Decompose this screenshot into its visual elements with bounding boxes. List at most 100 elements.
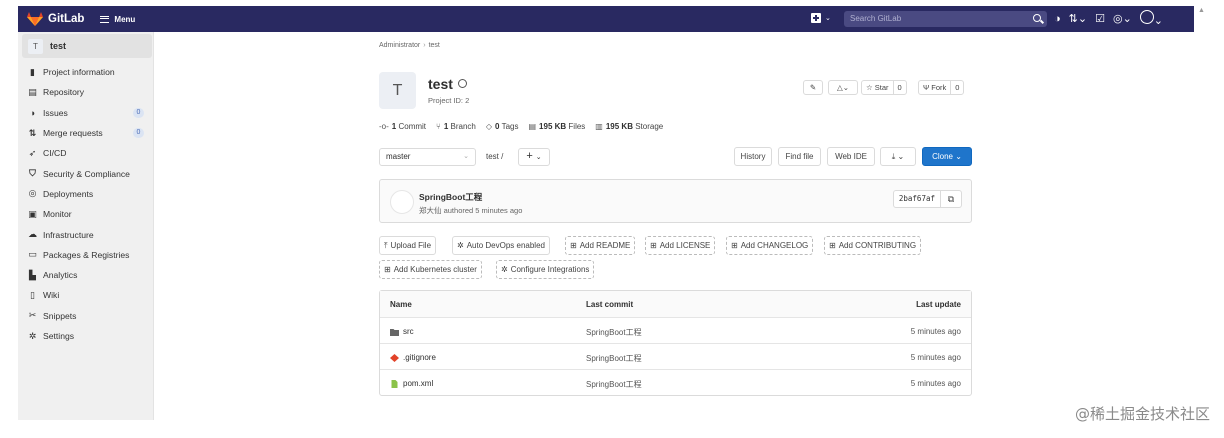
gitlab-logo[interactable]: GitLab <box>27 12 84 26</box>
sidebar-item-security[interactable]: ⛉ Security & Compliance <box>18 163 154 183</box>
tags-count: 0 <box>495 122 500 131</box>
issues-top-icon[interactable]: ◑ <box>1054 13 1061 25</box>
commit-author[interactable]: 郑大仙 <box>419 206 442 215</box>
search-input[interactable]: Search GitLab <box>844 11 1047 27</box>
info-icon: ▮ <box>30 66 35 77</box>
upload-file-label: Upload File <box>390 241 432 250</box>
find-file-button[interactable]: Find file <box>778 147 821 166</box>
file-name-cell[interactable]: .gitignore <box>390 353 436 362</box>
star-count[interactable]: 0 <box>892 81 906 94</box>
sidebar-item-cicd[interactable]: ➶ CI/CD <box>18 143 154 163</box>
upload-file-button[interactable]: ⤒ Upload File <box>379 236 437 255</box>
commit-title[interactable]: SpringBoot工程 <box>419 191 482 203</box>
settings-wrench-button[interactable]: ✎ <box>803 80 823 95</box>
main-content: Administrator › test T test Project ID: 2 … <box>154 32 1194 420</box>
last-commit-panel: SpringBoot工程 郑大仙 authored 5 minutes ago … <box>379 179 972 223</box>
auto-devops-button[interactable]: ✲ Auto DevOps enabled <box>452 236 550 255</box>
add-kubernetes-button[interactable]: ⊞ Add Kubernetes cluster <box>379 260 482 279</box>
scrollbar-up-icon[interactable]: ▲ <box>1198 7 1205 14</box>
configure-integrations-button[interactable]: ✲ Configure Integrations <box>496 260 595 279</box>
table-row[interactable]: .gitignore SpringBoot工程 5 minutes ago <box>380 343 971 369</box>
sidebar-item-project-information[interactable]: ▮ Project information <box>18 62 154 82</box>
add-license-button[interactable]: ⊞ Add LICENSE <box>645 236 716 255</box>
new-dropdown-button[interactable]: ⌄ <box>811 13 831 23</box>
download-dropdown-button[interactable]: ⤓ ⌄ <box>880 147 916 166</box>
breadcrumb-separator: › <box>423 42 426 49</box>
bell-icon: △⌄ <box>836 83 850 92</box>
branches-label: Branch <box>450 122 476 131</box>
fork-icon: Ψ <box>923 83 930 92</box>
help-icon[interactable]: ◎⌄ <box>1113 12 1132 25</box>
plus-square-icon: ⊞ <box>570 241 577 250</box>
branches-stat[interactable]: ⑂ 1 Branch <box>436 122 476 131</box>
file-last-commit[interactable]: SpringBoot工程 <box>586 379 642 390</box>
upload-icon: ⤒ <box>384 240 388 250</box>
add-contributing-button[interactable]: ⊞ Add CONTRIBUTING <box>824 236 922 255</box>
star-button[interactable]: ☆ Star 0 <box>861 80 907 95</box>
tags-label: Tags <box>501 122 519 131</box>
fork-button[interactable]: Ψ Fork 0 <box>918 80 965 95</box>
plus-square-icon: ⊞ <box>829 241 836 250</box>
project-avatar-large: T <box>379 72 416 109</box>
add-changelog-button[interactable]: ⊞ Add CHANGELOG <box>726 236 814 255</box>
book-icon: ▯ <box>30 289 35 300</box>
sidebar-item-wiki[interactable]: ▯ Wiki <box>18 285 154 305</box>
add-readme-button[interactable]: ⊞ Add README <box>565 236 636 255</box>
branch-selector[interactable]: master ⌄ <box>379 148 476 166</box>
folder-icon <box>390 328 399 336</box>
shield-icon: ⛉ <box>29 168 36 179</box>
breadcrumb-current[interactable]: test <box>429 42 440 49</box>
commit-meta: 郑大仙 authored 5 minutes ago <box>419 205 522 216</box>
clone-button[interactable]: Clone ⌄ <box>922 147 972 166</box>
todo-icon[interactable]: ☑ <box>1095 12 1105 25</box>
file-last-commit[interactable]: SpringBoot工程 <box>586 327 642 338</box>
add-kubernetes-label: Add Kubernetes cluster <box>393 265 477 274</box>
sidebar-item-issues[interactable]: ◑ Issues 0 <box>18 103 154 123</box>
monitor-icon: ▣ <box>28 208 37 219</box>
sidebar-item-monitor[interactable]: ▣ Monitor <box>18 204 154 224</box>
sidebar-item-merge-requests[interactable]: ⇅ Merge requests 0 <box>18 123 154 143</box>
sidebar-project-name: test <box>50 41 67 51</box>
menu-button[interactable]: Menu <box>100 15 135 24</box>
web-ide-button[interactable]: Web IDE <box>827 147 875 166</box>
file-last-commit[interactable]: SpringBoot工程 <box>586 353 642 364</box>
commits-stat[interactable]: -o- 1 Commit <box>379 122 426 131</box>
repo-path-root[interactable]: test <box>486 152 499 161</box>
tags-stat[interactable]: ◇ 0 Tags <box>486 122 519 131</box>
document-icon: ▤ <box>28 86 37 97</box>
issues-count-badge: 0 <box>133 107 144 118</box>
user-menu[interactable]: ⌄ <box>1139 10 1163 27</box>
breadcrumb-parent[interactable]: Administrator <box>379 42 420 49</box>
avatar[interactable] <box>390 190 414 214</box>
chevron-down-icon: ⌄ <box>955 152 962 161</box>
table-row[interactable]: src SpringBoot工程 5 minutes ago <box>380 317 971 343</box>
fork-count[interactable]: 0 <box>950 81 963 94</box>
configure-integrations-label: Configure Integrations <box>510 265 590 274</box>
sidebar-item-packages[interactable]: ▭ Packages & Registries <box>18 245 154 265</box>
history-button[interactable]: History <box>734 147 772 166</box>
merge-requests-top-icon[interactable]: ⇅⌄ <box>1069 12 1087 25</box>
sidebar-project-header[interactable]: T test <box>22 34 152 58</box>
table-header: Name Last commit Last update <box>380 291 971 317</box>
watermark: @稀土掘金技术社区 <box>1074 405 1210 423</box>
storage-stat: ▥ 195 KB Storage <box>595 122 663 131</box>
file-name-cell[interactable]: pom.xml <box>390 379 433 388</box>
sidebar-item-deployments[interactable]: ◎ Deployments <box>18 184 154 204</box>
project-avatar: T <box>28 38 43 54</box>
sidebar-item-analytics[interactable]: ▙ Analytics <box>18 265 154 285</box>
add-to-tree-dropdown[interactable]: + ⌄ <box>518 148 550 166</box>
sidebar-item-settings[interactable]: ✲ Settings <box>18 326 154 346</box>
table-row[interactable]: pom.xml SpringBoot工程 5 minutes ago <box>380 369 971 395</box>
commit-sha-link[interactable]: 2baf67af <box>892 190 941 208</box>
files-stat[interactable]: ▤ 195 KB Files <box>528 122 585 131</box>
file-name-cell[interactable]: src <box>390 327 414 336</box>
copy-sha-button[interactable]: ⧉ <box>941 190 962 208</box>
page-title: test <box>428 76 467 92</box>
star-icon: ☆ <box>866 83 873 92</box>
sidebar-item-snippets[interactable]: ✂ Snippets <box>18 306 154 326</box>
package-icon: ▭ <box>28 249 37 260</box>
sidebar-item-infrastructure[interactable]: ☁ Infrastructure <box>18 224 154 244</box>
notification-button[interactable]: △⌄ <box>828 80 858 95</box>
sidebar-item-repository[interactable]: ▤ Repository <box>18 82 154 102</box>
project-stats: -o- 1 Commit ⑂ 1 Branch ◇ 0 Tags ▤ 195 KB Fi… <box>379 122 663 131</box>
